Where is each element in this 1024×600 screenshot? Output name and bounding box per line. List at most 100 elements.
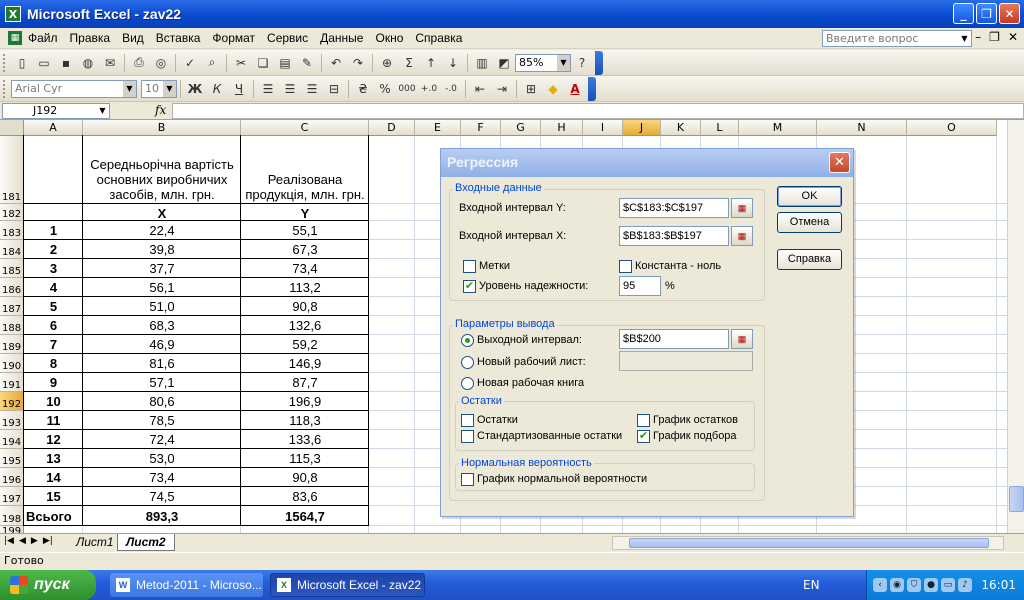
- toolbar-grip[interactable]: [3, 53, 7, 72]
- y-value-cell[interactable]: 115,3: [241, 449, 369, 466]
- x-value-cell[interactable]: 80,6: [83, 392, 241, 409]
- y-value-cell[interactable]: 90,8: [241, 297, 369, 314]
- new-icon[interactable]: ▯: [11, 52, 33, 74]
- column-header-i[interactable]: I: [583, 120, 623, 136]
- row-header-184[interactable]: 184: [0, 240, 24, 259]
- row-number-cell[interactable]: 7: [24, 335, 83, 352]
- font-color-icon[interactable]: A: [564, 78, 586, 100]
- undo-icon[interactable]: ↶: [325, 52, 347, 74]
- first-sheet-icon[interactable]: |◀: [4, 536, 14, 546]
- row-number-cell[interactable]: 6: [24, 316, 83, 333]
- menu-data[interactable]: Данные: [314, 31, 369, 45]
- name-box-dropdown-icon[interactable]: ▼: [96, 104, 109, 118]
- x-value-cell[interactable]: 56,1: [83, 278, 241, 295]
- row-header-182[interactable]: 182: [0, 204, 24, 221]
- column-header-h[interactable]: H: [541, 120, 583, 136]
- x-value-cell[interactable]: 39,8: [83, 240, 241, 257]
- x-value-cell[interactable]: 73,4: [83, 468, 241, 485]
- dialog-close-button[interactable]: ✕: [829, 152, 850, 173]
- percent-button[interactable]: %: [374, 78, 396, 100]
- display-icon[interactable]: ▭: [941, 578, 955, 592]
- y-range-picker-icon[interactable]: ▦: [731, 198, 753, 218]
- name-box[interactable]: J192 ▼: [2, 103, 110, 119]
- column-header-o[interactable]: O: [907, 120, 997, 136]
- column-header-j[interactable]: J: [623, 120, 661, 136]
- paste-icon[interactable]: ▤: [274, 52, 296, 74]
- decrease-decimal-icon[interactable]: -.0: [440, 78, 462, 100]
- column-header-a[interactable]: A: [24, 120, 83, 136]
- row-header-193[interactable]: 193: [0, 411, 24, 430]
- row-header-190[interactable]: 190: [0, 354, 24, 373]
- format-painter-icon[interactable]: ✎: [296, 52, 318, 74]
- row-header-181[interactable]: 181: [0, 136, 24, 204]
- row-number-cell[interactable]: 9: [24, 373, 83, 390]
- cut-icon[interactable]: ✂: [230, 52, 252, 74]
- confidence-level-checkbox[interactable]: ✔: [463, 280, 476, 293]
- row-header-185[interactable]: 185: [0, 259, 24, 278]
- row-header-197[interactable]: 197: [0, 487, 24, 506]
- spelling-icon[interactable]: ✓: [179, 52, 201, 74]
- sheet-tab-2[interactable]: Лист2: [117, 534, 175, 551]
- x-value-cell[interactable]: 74,5: [83, 487, 241, 504]
- new-worksheet-radio[interactable]: [461, 356, 474, 369]
- x-range-input[interactable]: $B$183:$B$197: [619, 226, 729, 246]
- row-header-195[interactable]: 195: [0, 449, 24, 468]
- row-header-188[interactable]: 188: [0, 316, 24, 335]
- currency-icon[interactable]: ₴: [352, 78, 374, 100]
- row-number-cell[interactable]: 4: [24, 278, 83, 295]
- row-number-cell[interactable]: 8: [24, 354, 83, 371]
- sort-ascending-icon[interactable]: ↑: [420, 52, 442, 74]
- ok-button[interactable]: OK: [777, 186, 842, 207]
- fill-color-icon[interactable]: ◆: [542, 78, 564, 100]
- menu-view[interactable]: Вид: [116, 31, 150, 45]
- borders-icon[interactable]: ⊞: [520, 78, 542, 100]
- copy-icon[interactable]: ❏: [252, 52, 274, 74]
- row-header-198[interactable]: 198: [0, 506, 24, 526]
- toolbar-options-icon[interactable]: [588, 76, 596, 101]
- doc-restore-icon[interactable]: ❐: [989, 30, 1000, 44]
- close-window-button[interactable]: ✕: [999, 3, 1020, 24]
- x-value-cell[interactable]: 57,1: [83, 373, 241, 390]
- prev-sheet-icon[interactable]: ◀: [19, 536, 26, 546]
- output-range-radio[interactable]: [461, 334, 474, 347]
- y-value-cell[interactable]: 87,7: [241, 373, 369, 390]
- menu-help[interactable]: Справка: [409, 31, 468, 45]
- labels-checkbox[interactable]: [463, 260, 476, 273]
- ask-dropdown-icon[interactable]: ▼: [958, 31, 971, 46]
- doc-close-icon[interactable]: ✕: [1008, 30, 1018, 44]
- email-icon[interactable]: ✉: [99, 52, 121, 74]
- decrease-indent-icon[interactable]: ⇤: [469, 78, 491, 100]
- zoom-dropdown-icon[interactable]: ▼: [557, 54, 570, 71]
- minimize-button[interactable]: _: [953, 3, 974, 24]
- horizontal-scroll-thumb[interactable]: [629, 538, 989, 548]
- row-number-cell[interactable]: 5: [24, 297, 83, 314]
- help-icon[interactable]: ?: [571, 52, 593, 74]
- bold-button[interactable]: Ж: [184, 78, 206, 100]
- vertical-scrollbar[interactable]: [1007, 120, 1024, 533]
- merge-center-icon[interactable]: ⊟: [323, 78, 345, 100]
- increase-indent-icon[interactable]: ⇥: [491, 78, 513, 100]
- row-header-192[interactable]: 192: [0, 392, 24, 411]
- menu-file[interactable]: Файл: [22, 31, 64, 45]
- constant-zero-checkbox[interactable]: [619, 260, 632, 273]
- column-header-l[interactable]: L: [701, 120, 739, 136]
- row-header-186[interactable]: 186: [0, 278, 24, 297]
- x-value-cell[interactable]: 53,0: [83, 449, 241, 466]
- cancel-button[interactable]: Отмена: [777, 212, 842, 233]
- normal-plot-checkbox[interactable]: [461, 473, 474, 486]
- menu-window[interactable]: Окно: [369, 31, 409, 45]
- row-number-cell[interactable]: 12: [24, 430, 83, 447]
- column-header-c[interactable]: C: [241, 120, 369, 136]
- menu-edit[interactable]: Правка: [64, 31, 117, 45]
- column-header-b[interactable]: B: [83, 120, 241, 136]
- tray-expand-icon[interactable]: ‹: [873, 578, 887, 592]
- new-worksheet-input[interactable]: [619, 351, 753, 371]
- chart-wizard-icon[interactable]: ▥: [471, 52, 493, 74]
- zoom-select[interactable]: 85% ▼: [515, 53, 571, 72]
- x-value-cell[interactable]: 22,4: [83, 221, 241, 238]
- y-value-cell[interactable]: 133,6: [241, 430, 369, 447]
- row-header-191[interactable]: 191: [0, 373, 24, 392]
- increase-decimal-icon[interactable]: +.0: [418, 78, 440, 100]
- sheet-tab-1[interactable]: Лист1: [68, 534, 122, 551]
- volume-icon[interactable]: ♪: [958, 578, 972, 592]
